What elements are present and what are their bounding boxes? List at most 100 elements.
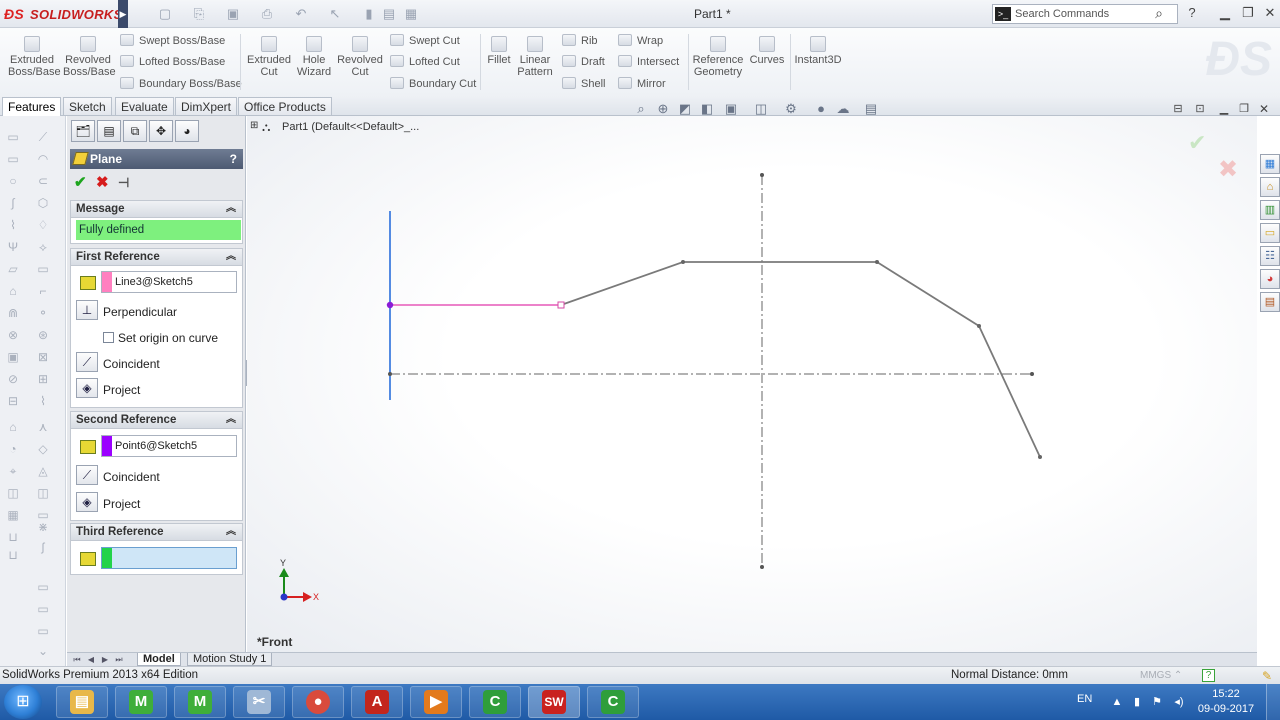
rebuild-status-icon[interactable]: ✎ [1262, 668, 1272, 685]
taskbar-acrobat[interactable]: A [351, 686, 403, 718]
strip-scale-icon[interactable]: ⊠ [36, 350, 50, 364]
strip-layer-icon[interactable]: ◫ [6, 486, 20, 500]
hole-wizard-button[interactable]: Hole Wizard [296, 36, 332, 78]
graphics-area[interactable] [247, 116, 1257, 652]
strip-copy-icon[interactable]: ⊘ [6, 372, 20, 386]
reference-geometry-button[interactable]: Reference Geometry [692, 36, 744, 78]
strip-freeform-icon[interactable]: ʃ [36, 540, 50, 554]
strip-curve-icon[interactable]: ⟋ [36, 130, 50, 144]
strip-spline-icon[interactable]: ∫ [6, 196, 20, 210]
revolved-boss-button[interactable]: Revolved Boss/Base [63, 36, 116, 78]
strip-check-icon[interactable]: ◬ [36, 464, 50, 478]
strip-mirror-icon[interactable]: ⬡ [36, 196, 50, 210]
strip-line-icon[interactable]: ▭ [6, 130, 20, 144]
lofted-cut-button[interactable]: Lofted Cut [390, 54, 460, 70]
file-explorer-icon[interactable]: ▭ [1260, 223, 1280, 243]
search-commands-box[interactable]: >_ Search Commands ⌕ [992, 4, 1178, 24]
ok-check-icon[interactable]: ✔ [74, 175, 87, 191]
second-reference-header[interactable]: Second Reference ︽ [70, 411, 243, 429]
file-properties-icon[interactable]: ▤ [380, 6, 398, 22]
extruded-cut-button[interactable]: Extruded Cut [246, 36, 292, 78]
first-reference-header[interactable]: First Reference ︽ [70, 248, 243, 266]
confirmation-ok-icon[interactable]: ✔ [1188, 130, 1206, 156]
strip-transform-icon[interactable]: ⋇ [36, 520, 50, 534]
intersect-button[interactable]: Intersect [618, 54, 679, 70]
collapse-chevron-icon[interactable]: ︽ [226, 201, 236, 217]
swept-boss-button[interactable]: Swept Boss/Base [120, 33, 225, 49]
lofted-boss-button[interactable]: Lofted Boss/Base [120, 54, 225, 70]
help-icon[interactable]: ? [230, 149, 237, 169]
strip-pattern-icon[interactable]: ⟡ [36, 240, 50, 254]
strip-rect-icon[interactable]: ▭ [6, 152, 20, 166]
input-language-indicator[interactable]: EN [1077, 693, 1092, 705]
strip-stretch-icon[interactable]: ⊞ [36, 372, 50, 386]
confirmation-cancel-icon[interactable]: ✖ [1218, 155, 1238, 184]
tab-office-products[interactable]: Office Products [238, 97, 332, 115]
volume-icon[interactable]: ◂) [1172, 695, 1186, 709]
appearances-icon[interactable]: ◕ [1260, 269, 1280, 289]
strip-grid-icon[interactable]: ◔ [6, 442, 20, 456]
collapse-chevron-icon[interactable]: ︽ [226, 524, 236, 540]
tab-model[interactable]: Model [137, 653, 181, 666]
strip-trim-icon[interactable]: ⊂ [36, 174, 50, 188]
set-origin-checkbox[interactable] [103, 332, 114, 343]
propertymanager-tab-icon[interactable]: ▤ [97, 120, 121, 142]
taskbar-file-explorer[interactable]: ▤ [56, 686, 108, 718]
design-library-icon[interactable]: ▥ [1260, 200, 1280, 220]
strip-text-icon[interactable]: ⌂ [6, 284, 20, 298]
expand-icon[interactable]: ⊞ [250, 120, 258, 131]
strip-sketch-picture-icon[interactable]: ⌂ [6, 420, 20, 434]
new-document-icon[interactable]: ▢ [156, 6, 174, 22]
strip-axis-icon[interactable]: ⋒ [6, 306, 20, 320]
save-icon[interactable]: ▣ [224, 6, 242, 22]
strip-face-icon[interactable]: ▭ [36, 580, 50, 594]
prev-tab-arrow-icon[interactable]: ◀ [85, 654, 97, 665]
revolved-cut-button[interactable]: Revolved Cut [336, 36, 384, 78]
strip-offset-icon[interactable]: ⌇ [6, 218, 20, 232]
open-document-icon[interactable]: ⎘ [190, 6, 208, 22]
quick-tips-icon[interactable]: ? [1202, 669, 1215, 682]
strip-point-icon[interactable]: Ψ [6, 240, 20, 254]
first-tab-arrow-icon[interactable]: ⏮ [71, 654, 83, 665]
project-icon[interactable]: ◈ [76, 492, 98, 512]
select-icon[interactable]: ↖ [326, 6, 344, 22]
strip-convert-icon[interactable]: ⌐ [36, 284, 50, 298]
configurationmanager-tab-icon[interactable]: ⧉ [123, 120, 147, 142]
doc-close-button[interactable]: ✕ [1256, 100, 1272, 118]
strip-circle-icon[interactable]: ○ [6, 174, 20, 188]
strip-move-icon[interactable]: ⊛ [36, 328, 50, 342]
taskbar-solidworks[interactable]: SW [528, 686, 580, 718]
strip-scroll-down-icon[interactable]: ⌄ [36, 644, 50, 658]
action-center-icon[interactable]: ⚑ [1150, 695, 1164, 709]
maximize-button[interactable]: ❐ [1240, 4, 1256, 22]
boundary-boss-button[interactable]: Boundary Boss/Base [120, 76, 242, 92]
curves-button[interactable]: Curves [748, 36, 786, 66]
taskbar-snipping-tool[interactable]: ✂ [233, 686, 285, 718]
fillet-button[interactable]: Fillet [484, 36, 514, 66]
taskbar-camtasia-2[interactable]: C [587, 686, 639, 718]
instant3d-button[interactable]: Instant3D [794, 36, 842, 66]
close-button[interactable]: ✕ [1262, 4, 1278, 22]
strip-table-icon[interactable]: ▦ [6, 508, 20, 522]
search-icon[interactable]: ⌕ [1155, 5, 1163, 22]
perpendicular-icon[interactable]: ⊥ [76, 300, 98, 320]
show-desktop-button[interactable] [1266, 684, 1280, 720]
strip-relation-icon[interactable]: ⚬ [36, 306, 50, 320]
minimize-button[interactable]: ▁ [1217, 4, 1233, 22]
help-icon[interactable]: ? [1184, 4, 1200, 22]
tab-features[interactable]: Features [2, 97, 62, 116]
wrap-button[interactable]: Wrap [618, 33, 663, 49]
print-icon[interactable]: ⎙ [258, 6, 276, 22]
extruded-boss-button[interactable]: Extruded Boss/Base [8, 36, 61, 78]
strip-wire-icon[interactable]: ⊔ [6, 548, 20, 562]
strip-rotate-icon[interactable]: ▣ [6, 350, 20, 364]
message-group-header[interactable]: Message ︽ [70, 200, 243, 218]
strip-dim-icon[interactable]: ⊗ [6, 328, 20, 342]
third-reference-field[interactable] [101, 547, 237, 569]
third-reference-header[interactable]: Third Reference ︽ [70, 523, 243, 541]
strip-plane-icon[interactable]: ▱ [6, 262, 20, 276]
last-tab-arrow-icon[interactable]: ⏭ [113, 654, 125, 665]
taskbar-mendeley-2[interactable]: M [174, 686, 226, 718]
collapse-chevron-icon[interactable]: ︽ [226, 412, 236, 428]
strip-repair-icon[interactable]: ⌇ [36, 394, 50, 408]
